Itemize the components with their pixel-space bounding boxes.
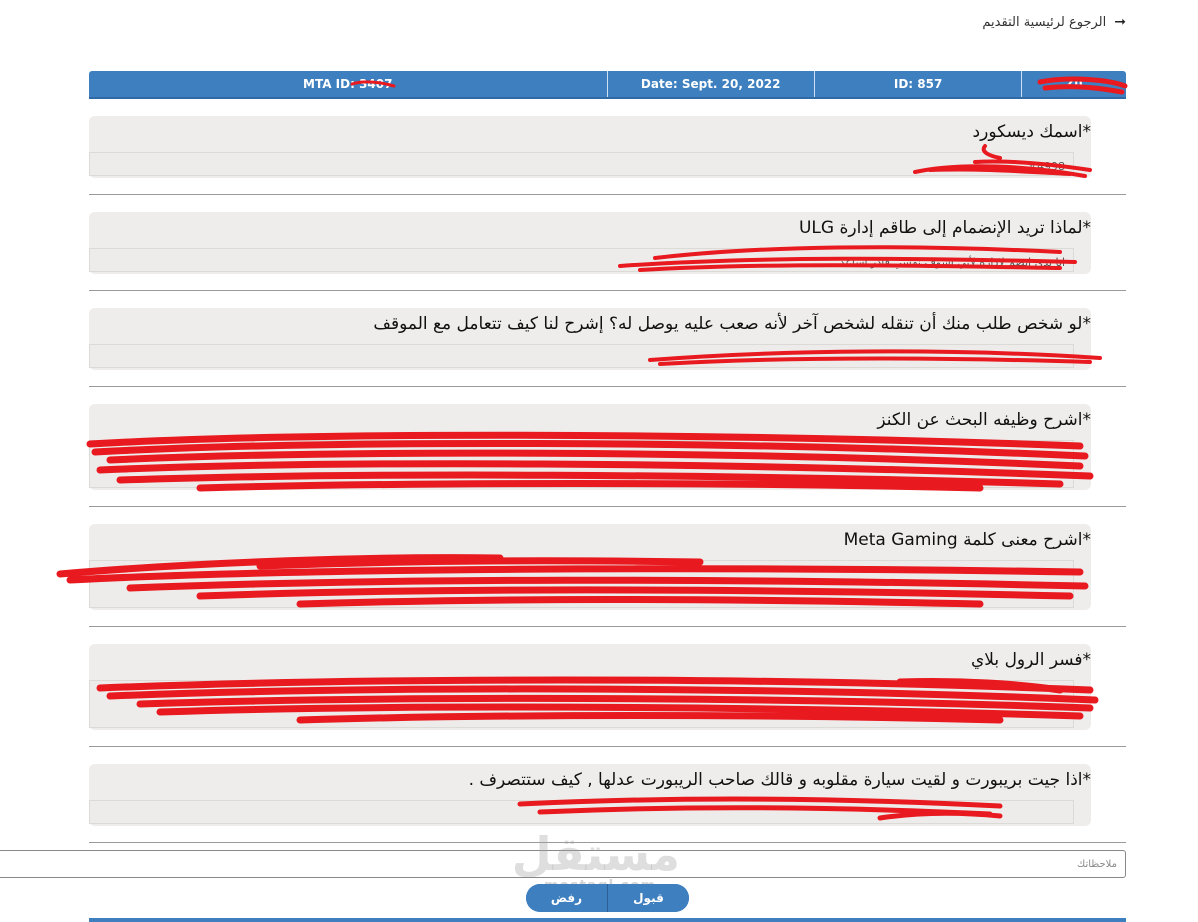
accept-button[interactable]: قبول [608,884,689,912]
divider [89,386,1126,387]
bottom-bar [89,918,1126,922]
question-card-why-join: *لماذا تريد الإنضمام إلى طاقم إدارة ULG … [89,212,1091,274]
divider [89,194,1126,195]
answer-field: #4998 [89,152,1074,176]
divider [89,746,1126,747]
question-title: *لماذا تريد الإنضمام إلى طاقم إدارة ULG [798,218,1091,238]
divider [89,290,1126,291]
answer-field [89,800,1074,824]
notes-input[interactable] [0,850,1126,878]
question-card-treasure-hunt: *اشرح وظيفه البحث عن الكنز [89,404,1091,490]
name-cell: Zu [1022,71,1126,97]
name-value: Zu [1065,77,1083,91]
question-card-meta-gaming: *اشرح معنى كلمة Meta Gaming [89,524,1091,610]
back-link-label: الرجوع لرئيسية التقديم [982,14,1107,30]
question-card-report-car: *اذا جيت بريبورت و لقيت سيارة مقلوبه و ق… [89,764,1091,826]
question-title: *لو شخص طلب منك أن تنقله لشخص آخر لأنه ص… [373,314,1091,334]
question-card-roleplay: *فسر الرول بلاي [89,644,1091,730]
date-cell: Date: Sept. 20, 2022 [608,71,815,97]
arrow-right-icon: ➞ [1114,14,1126,30]
question-title: *اشرح وظيفه البحث عن الكنز [877,410,1091,430]
question-title: *اسمك ديسكورد [972,122,1091,142]
question-title: *فسر الرول بلاي [970,650,1091,670]
answer-field [89,680,1074,728]
answer-field [89,560,1074,608]
decision-button-group: رفض قبول [526,884,689,912]
reject-button[interactable]: رفض [526,884,608,912]
mta-id-cell: MTA ID: 3407 [89,71,608,97]
date-value: Date: Sept. 20, 2022 [640,77,781,91]
id-cell: ID: 857 [815,71,1023,97]
divider [89,626,1126,627]
answer-field [89,344,1074,368]
question-card-discord: *اسمك ديسكورد #4998 [89,116,1091,178]
question-card-transfer: *لو شخص طلب منك أن تنقله لشخص آخر لأنه ص… [89,308,1091,370]
answer-field [89,440,1074,488]
answer-field: انا بدي انضم لإدارة لأني اشوف نفسي قادر … [89,248,1074,272]
divider [89,506,1126,507]
divider [89,842,1126,843]
mta-id-value: MTA ID: 3407 [303,77,393,91]
application-header-bar: MTA ID: 3407 Date: Sept. 20, 2022 ID: 85… [89,71,1126,99]
back-to-home-link[interactable]: ➞ الرجوع لرئيسية التقديم [982,14,1126,30]
id-value: ID: 857 [893,77,943,91]
question-title: *اشرح معنى كلمة Meta Gaming [843,530,1091,550]
question-title: *اذا جيت بريبورت و لقيت سيارة مقلوبه و ق… [468,770,1091,790]
